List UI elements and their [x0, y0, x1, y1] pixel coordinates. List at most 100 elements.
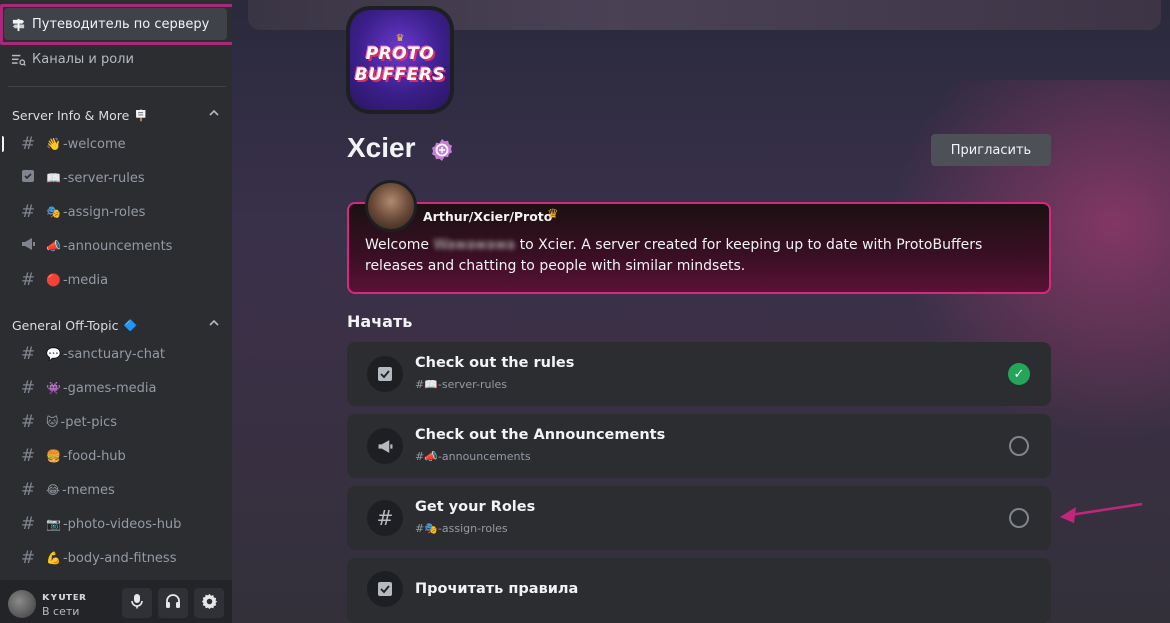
settings-button[interactable]: [194, 588, 224, 618]
hash-icon: #: [20, 378, 36, 398]
invite-button[interactable]: Пригласить: [931, 134, 1051, 166]
signpost-icon: [10, 16, 26, 32]
channel-assign-roles[interactable]: # 🎭 -assign-roles: [18, 197, 226, 227]
channel-emoji: 🐱: [46, 415, 59, 429]
channel-emoji: 😂: [46, 483, 61, 497]
chevron-up-icon[interactable]: [208, 107, 220, 122]
channel-emoji: 📖: [46, 171, 61, 185]
task-title: Прочитать правила: [415, 581, 579, 597]
user-panel: ᴋʏᴜᴛᴇʀ В сети: [0, 580, 232, 623]
megaphone-icon: [367, 428, 403, 464]
channel-server-rules[interactable]: 📖 -server-rules: [18, 163, 226, 193]
hash-icon: #: [20, 412, 36, 432]
microphone-icon: [130, 593, 144, 613]
channel-photo-videos-hub[interactable]: # 📷 -photo-videos-hub: [18, 509, 226, 539]
headphones-button[interactable]: [158, 588, 188, 618]
author-name[interactable]: Arthur/Xcier/Proto: [423, 209, 552, 224]
hash-icon: #: [20, 446, 36, 466]
channel-emoji: 💬: [46, 347, 61, 361]
headphones-icon: [165, 593, 181, 613]
channel-label: -server-rules: [62, 170, 145, 186]
channel-games-media[interactable]: # 👾 -games-media: [18, 373, 226, 403]
channel-label: -games-media: [62, 380, 157, 396]
owner-crown-icon: ♛: [547, 207, 559, 222]
empty-circle-icon: [1009, 436, 1029, 456]
hash-icon: #: [20, 270, 36, 290]
task-channel: #📖-server-rules: [415, 378, 508, 391]
server-guide-panel: ♛ PROTO BUFFERS Xcier Пригласить Arthur/…: [232, 0, 1170, 623]
partner-badge-icon: [430, 138, 454, 162]
task-check-rules[interactable]: Check out the rules #📖-server-rules ✓: [347, 342, 1051, 406]
server-logo: ♛ PROTO BUFFERS: [350, 10, 450, 110]
channel-label: -memes: [62, 482, 115, 498]
get-started-title: Начать: [347, 312, 413, 331]
channels-roles-icon: [10, 51, 26, 67]
channel-sidebar: Путеводитель по серверу Каналы и роли Se…: [0, 0, 232, 623]
empty-circle-icon: [1009, 508, 1029, 528]
channel-emoji: 🍔: [46, 449, 61, 463]
category-emoji: 🔷: [123, 318, 138, 332]
welcome-text-start: Welcome: [365, 237, 434, 253]
user-status: В сети: [42, 605, 80, 618]
user-name: ᴋʏᴜᴛᴇʀ: [42, 590, 87, 603]
channel-label: -sanctuary-chat: [62, 346, 166, 362]
task-get-roles[interactable]: # Get your Roles #🎭-assign-roles: [347, 486, 1051, 550]
channel-emoji: 🎭: [46, 205, 61, 219]
unread-indicator: [2, 136, 4, 152]
channel-label: -photo-videos-hub: [62, 516, 182, 532]
channel-memes[interactable]: # 😂 -memes: [18, 475, 226, 505]
task-read-rules[interactable]: Прочитать правила: [347, 558, 1051, 623]
task-check-announcements[interactable]: Check out the Announcements #📣-announcem…: [347, 414, 1051, 478]
channel-label: -announcements: [62, 238, 173, 254]
hash-icon: #: [20, 134, 36, 154]
task-channel: #🎭-assign-roles: [415, 522, 508, 535]
microphone-button[interactable]: [122, 588, 152, 618]
category-label: General Off-Topic: [12, 317, 119, 333]
rules-icon: [367, 356, 403, 392]
channel-food-hub[interactable]: # 🍔 -food-hub: [18, 441, 226, 471]
channel-emoji: 📷: [46, 517, 61, 531]
channel-sanctuary-chat[interactable]: # 💬 -sanctuary-chat: [18, 339, 226, 369]
chevron-up-icon[interactable]: [208, 317, 220, 332]
logo-line2: BUFFERS: [354, 65, 446, 85]
category-emoji: 🪧: [134, 108, 149, 122]
rules-checkbox-icon: [18, 168, 38, 188]
task-title: Check out the Announcements: [415, 427, 666, 443]
channel-body-and-fitness[interactable]: # 💪 -body-and-fitness: [18, 543, 226, 573]
category-general-off-topic[interactable]: General Off-Topic 🔷: [0, 313, 232, 337]
logo-line1: PROTO: [365, 44, 435, 64]
task-channel: #📣-announcements: [415, 450, 531, 463]
server-icon: ♛ PROTO BUFFERS: [346, 6, 454, 114]
server-guide-label: Путеводитель по серверу: [32, 16, 210, 32]
channels-and-roles-label: Каналы и роли: [32, 51, 134, 67]
thread-hash-icon: #: [20, 548, 36, 568]
hash-icon: #: [20, 480, 36, 500]
channel-emoji: 👋: [46, 137, 61, 151]
channels-and-roles-item[interactable]: Каналы и роли: [4, 46, 227, 72]
welcome-text: Welcome Wawawawa to Xcier. A server crea…: [365, 235, 1045, 277]
hash-icon: #: [20, 202, 36, 222]
channel-label: -pet-pics: [60, 414, 118, 430]
author-avatar[interactable]: [365, 180, 417, 232]
channel-pet-pics[interactable]: # 🐱 -pet-pics: [18, 407, 226, 437]
channel-media[interactable]: # 🔴 -media: [18, 265, 226, 295]
server-guide-item[interactable]: Путеводитель по серверу: [4, 8, 227, 40]
channel-label: -assign-roles: [62, 204, 146, 220]
rules-icon: [367, 571, 403, 607]
hash-icon: #: [20, 514, 36, 534]
sidebar-divider: [8, 86, 226, 87]
channel-emoji: 👾: [46, 381, 61, 395]
category-server-info[interactable]: Server Info & More 🪧: [0, 103, 232, 127]
channel-announcements[interactable]: 📣 -announcements: [18, 231, 226, 261]
user-avatar[interactable]: [8, 590, 36, 618]
task-title: Check out the rules: [415, 355, 575, 371]
annotation-arrow: [1056, 496, 1146, 530]
channel-emoji: 🔴: [46, 273, 61, 287]
channel-label: -welcome: [62, 136, 126, 152]
task-title: Get your Roles: [415, 499, 536, 515]
channel-label: -food-hub: [62, 448, 126, 464]
channel-welcome[interactable]: # 👋 -welcome: [18, 129, 226, 159]
category-label: Server Info & More: [12, 107, 130, 123]
crown-icon: ♛: [395, 33, 405, 44]
blurred-username: Wawawawa: [433, 237, 516, 253]
